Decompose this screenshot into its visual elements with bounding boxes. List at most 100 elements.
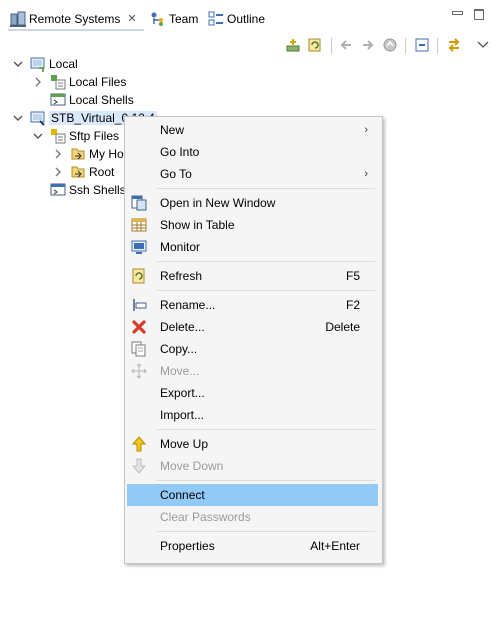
tab-remote-systems-label: Remote Systems <box>29 11 121 26</box>
tree-label-my-home: My Ho <box>89 147 124 161</box>
team-icon <box>150 11 166 27</box>
tree-node-local-files[interactable]: Local Files <box>32 73 126 91</box>
menu-label: Move Down <box>160 459 224 473</box>
minimize-view-button[interactable] <box>452 11 463 15</box>
tree-node-my-home[interactable]: My Ho <box>52 145 124 163</box>
menu-label: Import... <box>160 408 205 422</box>
menu-label: Move Up <box>160 437 209 451</box>
collapsed-chevron-icon[interactable] <box>52 148 64 160</box>
local-host-icon <box>30 56 46 72</box>
tree-node-ssh-shells[interactable]: Ssh Shells <box>50 181 126 199</box>
shortcut-label: Delete <box>325 320 360 334</box>
new-window-icon <box>131 195 147 211</box>
menu-item-open-in-new-window[interactable]: Open in New Window <box>127 192 378 214</box>
tree-label-local-shells: Local Shells <box>69 93 134 107</box>
new-connection-icon[interactable] <box>284 36 302 54</box>
menu-item-copy[interactable]: Copy... <box>127 338 378 360</box>
collapse-all-icon[interactable] <box>413 36 431 54</box>
menu-label: Rename... <box>160 298 216 312</box>
maximize-view-button[interactable] <box>474 9 484 20</box>
remote-systems-icon <box>10 11 26 27</box>
menu-separator <box>157 188 375 189</box>
menu-label: Export... <box>160 386 205 400</box>
arrow-up-icon <box>131 436 147 452</box>
menu-item-rename[interactable]: Rename... F2 <box>127 294 378 316</box>
menu-item-new[interactable]: New › <box>127 119 378 141</box>
expanded-chevron-icon[interactable] <box>32 130 44 142</box>
menu-separator <box>157 429 375 430</box>
menu-label: Delete... <box>160 320 205 334</box>
view-toolbar <box>0 36 495 56</box>
expanded-chevron-icon[interactable] <box>12 112 24 124</box>
menu-item-go-into[interactable]: Go Into <box>127 141 378 163</box>
tab-team-label: Team <box>169 11 199 26</box>
menu-label: Monitor <box>160 240 201 254</box>
menu-label: Connect <box>160 488 205 502</box>
copy-icon <box>131 341 147 357</box>
menu-label: Properties <box>160 539 215 553</box>
table-icon <box>131 217 147 233</box>
toolbar-separator <box>405 38 406 54</box>
menu-label: Refresh <box>160 269 203 283</box>
collapsed-chevron-icon[interactable] <box>32 76 44 88</box>
tab-team[interactable]: Team <box>150 8 198 29</box>
tab-outline-label: Outline <box>227 11 266 26</box>
folder-shortcut-icon <box>70 164 86 180</box>
tree-label-root: Root <box>89 165 115 179</box>
home-icon <box>381 36 399 54</box>
tab-remote-systems[interactable]: Remote Systems ✕ <box>10 8 137 29</box>
tree-node-sftp-files[interactable]: Sftp Files <box>32 127 119 145</box>
tree-node-local[interactable]: Local <box>12 55 78 73</box>
menu-item-show-in-table[interactable]: Show in Table <box>127 214 378 236</box>
menu-item-clear-passwords: Clear Passwords <box>127 506 378 528</box>
menu-item-export[interactable]: Export... <box>127 382 378 404</box>
monitor-icon <box>131 239 147 255</box>
menu-item-refresh[interactable]: Refresh F5 <box>127 265 378 287</box>
forward-arrow-icon <box>359 36 377 54</box>
tree-node-local-shells[interactable]: Local Shells <box>50 91 134 109</box>
menu-item-import[interactable]: Import... <box>127 404 378 426</box>
menu-item-connect[interactable]: Connect <box>127 484 378 506</box>
sftp-files-icon <box>50 128 66 144</box>
shortcut-label: F5 <box>345 269 360 283</box>
view-tab-bar: Remote Systems ✕ Team Outline <box>0 0 495 36</box>
tree-label-local-files: Local Files <box>69 75 127 89</box>
outline-icon <box>208 11 224 27</box>
menu-label: Go To <box>160 167 192 181</box>
collapsed-chevron-icon[interactable] <box>52 166 64 178</box>
expanded-chevron-icon[interactable] <box>12 58 24 70</box>
tree-label-sftp-files: Sftp Files <box>69 129 120 143</box>
tree-label-local: Local <box>49 57 78 71</box>
back-arrow-icon <box>337 36 355 54</box>
tree-node-root[interactable]: Root <box>52 163 114 181</box>
delete-icon <box>131 319 147 335</box>
toolbar-separator <box>437 38 438 54</box>
toolbar-separator <box>331 38 332 54</box>
refresh-toolbar-icon[interactable] <box>306 36 324 54</box>
rename-icon <box>131 297 147 313</box>
menu-label: Show in Table <box>160 218 235 232</box>
link-with-editor-icon[interactable] <box>445 36 463 54</box>
menu-item-move-up[interactable]: Move Up <box>127 433 378 455</box>
move-icon <box>131 363 147 379</box>
shell-icon <box>50 182 66 198</box>
menu-separator <box>157 531 375 532</box>
menu-label: Move... <box>160 364 200 378</box>
active-tab-indicator <box>8 29 144 31</box>
tab-outline[interactable]: Outline <box>208 8 265 29</box>
arrow-down-icon <box>131 458 147 474</box>
view-menu-chevron-icon[interactable] <box>474 36 492 54</box>
menu-label: Go Into <box>160 145 200 159</box>
local-files-icon <box>50 74 66 90</box>
menu-separator <box>157 261 375 262</box>
menu-item-go-to[interactable]: Go To › <box>127 163 378 185</box>
menu-label: Open in New Window <box>160 196 276 210</box>
menu-item-monitor[interactable]: Monitor <box>127 236 378 258</box>
menu-label: New <box>160 123 185 137</box>
close-tab-icon[interactable]: ✕ <box>127 12 136 25</box>
menu-item-properties[interactable]: Properties Alt+Enter <box>127 535 378 557</box>
folder-shortcut-icon <box>70 146 86 162</box>
menu-item-delete[interactable]: Delete... Delete <box>127 316 378 338</box>
shell-icon <box>50 92 66 108</box>
submenu-arrow-icon: › <box>364 168 368 180</box>
